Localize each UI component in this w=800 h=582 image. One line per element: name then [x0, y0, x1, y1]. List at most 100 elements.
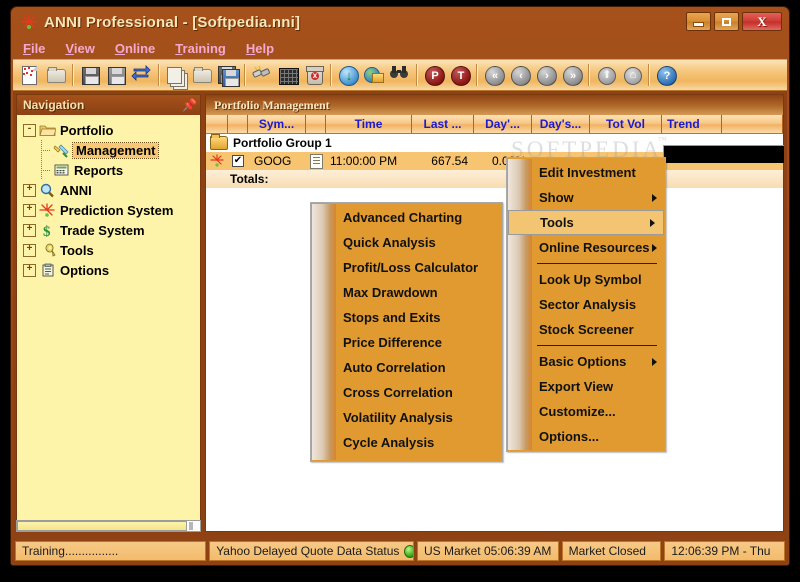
- menu-item-auto-correlation[interactable]: Auto Correlation: [311, 355, 502, 380]
- status-training: Training................: [15, 541, 207, 561]
- web-folder-button[interactable]: [361, 62, 387, 88]
- sidebar-item-anni[interactable]: + ANNI: [23, 180, 200, 200]
- first-icon: «: [483, 64, 505, 86]
- copy-pages-button[interactable]: [163, 62, 189, 88]
- menu-item-edit-investment[interactable]: Edit Investment: [507, 160, 665, 185]
- menu-item-cycle-analysis[interactable]: Cycle Analysis: [311, 430, 502, 455]
- menu-item-online-resources[interactable]: Online Resources: [507, 235, 665, 260]
- expander-options[interactable]: +: [23, 263, 36, 277]
- menu-item-advanced-charting[interactable]: Advanced Charting: [311, 205, 502, 230]
- row-checkbox[interactable]: ✔: [232, 155, 244, 167]
- next-button[interactable]: ›: [533, 62, 559, 88]
- expander-anni[interactable]: +: [23, 183, 36, 197]
- link-button[interactable]: [249, 62, 275, 88]
- save-all-icon: [217, 64, 240, 87]
- column-header-trend[interactable]: Trend: [662, 115, 722, 133]
- sidebar-item-portfolio[interactable]: - Portfolio: [23, 120, 200, 140]
- status-quote-data: Yahoo Delayed Quote Data Status: [209, 541, 414, 561]
- menu-item-price-difference[interactable]: Price Difference: [311, 330, 502, 355]
- column-header-symbol[interactable]: Sym...: [248, 115, 306, 133]
- sidebar-item-tools[interactable]: + Tools: [23, 240, 200, 260]
- menu-item-sector-analysis[interactable]: Sector Analysis: [507, 292, 665, 317]
- web-folder-icon: [363, 64, 385, 86]
- save-button[interactable]: [77, 62, 103, 88]
- previous-button[interactable]: ‹: [507, 62, 533, 88]
- menu-item-tools[interactable]: Tools: [508, 210, 664, 235]
- sidebar-label-prediction-system: Prediction System: [60, 202, 174, 218]
- menu-item-customize[interactable]: Customize...: [507, 399, 665, 424]
- menu-item-stops-and-exits[interactable]: Stops and Exits: [311, 305, 502, 330]
- binoculars-button[interactable]: [387, 62, 413, 88]
- sidebar-item-options[interactable]: + Options: [23, 260, 200, 280]
- up-button[interactable]: ⬆: [593, 62, 619, 88]
- trade-button[interactable]: T: [447, 62, 473, 88]
- open-page-button[interactable]: [189, 62, 215, 88]
- menu-file[interactable]: File: [23, 41, 45, 56]
- scrollbar-thumb[interactable]: [17, 521, 187, 531]
- sidebar-label-tools: Tools: [60, 242, 94, 258]
- column-header-day-chg[interactable]: Day's...: [532, 115, 590, 133]
- expander-prediction-system[interactable]: +: [23, 203, 36, 217]
- prediction-button[interactable]: P: [421, 62, 447, 88]
- sidebar-item-management[interactable]: Management: [23, 140, 200, 160]
- menu-item-options[interactable]: Options...: [507, 424, 665, 449]
- menu-item-basic-options[interactable]: Basic Options: [507, 349, 665, 374]
- save-all-button[interactable]: [215, 62, 241, 88]
- save-as-button[interactable]: [103, 62, 129, 88]
- expander-tools[interactable]: +: [23, 243, 36, 257]
- expander-portfolio[interactable]: -: [23, 123, 36, 137]
- cell-note[interactable]: [306, 153, 326, 169]
- row-checkbox-cell[interactable]: ✔: [228, 155, 248, 167]
- menu-item-cross-correlation[interactable]: Cross Correlation: [311, 380, 502, 405]
- tools-submenu: Advanced Charting Quick Analysis Profit/…: [310, 202, 503, 462]
- minimize-button[interactable]: [686, 12, 711, 31]
- menu-online[interactable]: Online: [115, 41, 155, 56]
- download-button[interactable]: ↓: [335, 62, 361, 88]
- previous-icon: ‹: [509, 64, 531, 86]
- delete-data-button[interactable]: [301, 62, 327, 88]
- new-document-icon: [19, 64, 41, 86]
- column-header-check[interactable]: [228, 115, 248, 133]
- column-header-time[interactable]: Time: [326, 115, 412, 133]
- scrollbar-grip[interactable]: [189, 522, 193, 530]
- menu-item-max-drawdown[interactable]: Max Drawdown: [311, 280, 502, 305]
- first-button[interactable]: «: [481, 62, 507, 88]
- maximize-button[interactable]: [714, 12, 739, 31]
- pushpin-icon[interactable]: 📌: [182, 99, 197, 111]
- expander-trade-system[interactable]: +: [23, 223, 36, 237]
- sidebar-item-reports[interactable]: Reports: [23, 160, 200, 180]
- tab-portfolio-management[interactable]: Portfolio Management: [214, 98, 330, 113]
- menu-item-quick-analysis[interactable]: Quick Analysis: [311, 230, 502, 255]
- column-header-last[interactable]: Last ...: [412, 115, 474, 133]
- sidebar-item-trade-system[interactable]: + $ Trade System: [23, 220, 200, 240]
- column-header-day-pct[interactable]: Day'...: [474, 115, 532, 133]
- last-button[interactable]: »: [559, 62, 585, 88]
- horizontal-scrollbar[interactable]: [16, 520, 201, 532]
- menu-training[interactable]: Training: [175, 41, 226, 56]
- menu-item-stock-screener[interactable]: Stock Screener: [507, 317, 665, 342]
- column-header-note[interactable]: [306, 115, 326, 133]
- refresh-icon: [131, 64, 153, 86]
- home-button[interactable]: ⌂: [619, 62, 645, 88]
- title-bar: ANNI Professional - [Softpedia.nni] X: [11, 7, 789, 37]
- menu-item-show[interactable]: Show: [507, 185, 665, 210]
- close-button[interactable]: X: [742, 12, 782, 31]
- status-indicator-icon: [404, 544, 413, 558]
- menu-help[interactable]: Help: [246, 41, 274, 56]
- menu-item-volatility-analysis[interactable]: Volatility Analysis: [311, 405, 502, 430]
- link-icon: [251, 64, 273, 86]
- help-button[interactable]: ?: [653, 62, 679, 88]
- refresh-button[interactable]: [129, 62, 155, 88]
- column-header-status[interactable]: [206, 115, 228, 133]
- column-header-tot-vol[interactable]: Tot Vol: [590, 115, 662, 133]
- menu-item-export-view[interactable]: Export View: [507, 374, 665, 399]
- new-document-button[interactable]: [17, 62, 43, 88]
- menu-item-profit-loss-calculator[interactable]: Profit/Loss Calculator: [311, 255, 502, 280]
- sidebar-item-prediction-system[interactable]: + Prediction System: [23, 200, 200, 220]
- folder-icon: [210, 134, 228, 150]
- menu-view[interactable]: View: [65, 41, 94, 56]
- open-folder-button[interactable]: [43, 62, 69, 88]
- toolbar-separator: [244, 64, 246, 86]
- grid-button[interactable]: [275, 62, 301, 88]
- menu-item-look-up-symbol[interactable]: Look Up Symbol: [507, 267, 665, 292]
